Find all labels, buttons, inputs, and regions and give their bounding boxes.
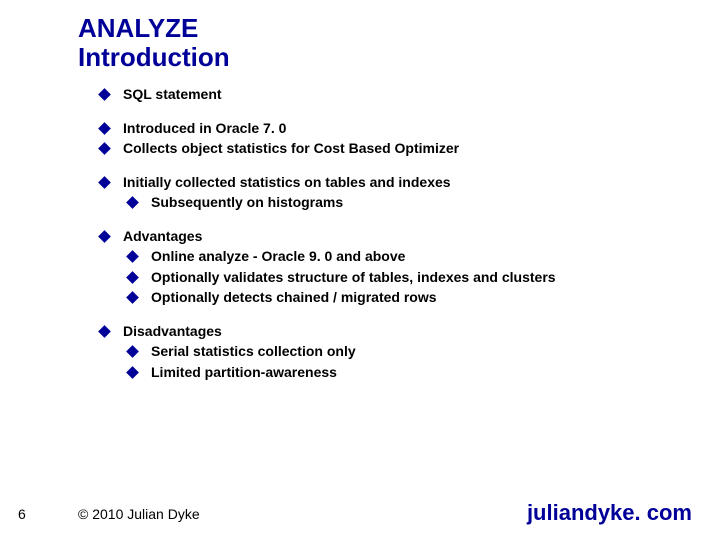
page-number: 6	[18, 506, 26, 522]
diamond-bullet-icon	[126, 291, 139, 304]
sub-list-item-text: Optionally detects chained / migrated ro…	[151, 289, 437, 307]
diamond-bullet-icon	[98, 88, 111, 101]
list-item: SQL statement	[100, 86, 680, 104]
list-item: Initially collected statistics on tables…	[100, 174, 680, 192]
list-item: Disadvantages	[100, 323, 680, 341]
sub-list-item-text: Serial statistics collection only	[151, 343, 356, 361]
slide-content: SQL statement Introduced in Oracle 7. 0 Co…	[100, 86, 680, 397]
list-item-text: Initially collected statistics on tables…	[123, 174, 451, 192]
bullet-group: Advantages Online analyze - Oracle 9. 0 a…	[100, 228, 680, 307]
list-item: Collects object statistics for Cost Base…	[100, 140, 680, 158]
sub-list-item: Online analyze - Oracle 9. 0 and above	[128, 248, 680, 266]
sub-list-item-text: Limited partition-awareness	[151, 364, 337, 382]
diamond-bullet-icon	[98, 325, 111, 338]
list-item: Introduced in Oracle 7. 0	[100, 120, 680, 138]
diamond-bullet-icon	[126, 345, 139, 358]
slide-title: ANALYZE Introduction	[78, 14, 230, 71]
diamond-bullet-icon	[98, 230, 111, 243]
diamond-bullet-icon	[126, 250, 139, 263]
sub-list-item: Optionally detects chained / migrated ro…	[128, 289, 680, 307]
copyright: © 2010 Julian Dyke	[78, 506, 200, 522]
list-item-text: Disadvantages	[123, 323, 222, 341]
site-name: juliandyke. com	[527, 500, 692, 526]
bullet-group: SQL statement	[100, 86, 680, 104]
list-item-text: Collects object statistics for Cost Base…	[123, 140, 459, 158]
diamond-bullet-icon	[126, 271, 139, 284]
bullet-group: Disadvantages Serial statistics collectio…	[100, 323, 680, 382]
slide: ANALYZE Introduction SQL statement Introd…	[0, 0, 720, 540]
diamond-bullet-icon	[126, 196, 139, 209]
diamond-bullet-icon	[126, 366, 139, 379]
title-line-1: ANALYZE	[78, 14, 230, 43]
bullet-group: Initially collected statistics on tables…	[100, 174, 680, 212]
sub-list-item: Serial statistics collection only	[128, 343, 680, 361]
diamond-bullet-icon	[98, 142, 111, 155]
list-item-text: Introduced in Oracle 7. 0	[123, 120, 286, 138]
list-item: Advantages	[100, 228, 680, 246]
sub-list-item-text: Subsequently on histograms	[151, 194, 343, 212]
bullet-group: Introduced in Oracle 7. 0 Collects object…	[100, 120, 680, 158]
list-item-text: SQL statement	[123, 86, 222, 104]
sub-list-item-text: Online analyze - Oracle 9. 0 and above	[151, 248, 405, 266]
sub-list-item: Limited partition-awareness	[128, 364, 680, 382]
diamond-bullet-icon	[98, 122, 111, 135]
sub-list-item: Optionally validates structure of tables…	[128, 269, 680, 287]
list-item-text: Advantages	[123, 228, 202, 246]
title-line-2: Introduction	[78, 43, 230, 72]
diamond-bullet-icon	[98, 176, 111, 189]
sub-list-item: Subsequently on histograms	[128, 194, 680, 212]
sub-list-item-text: Optionally validates structure of tables…	[151, 269, 556, 287]
